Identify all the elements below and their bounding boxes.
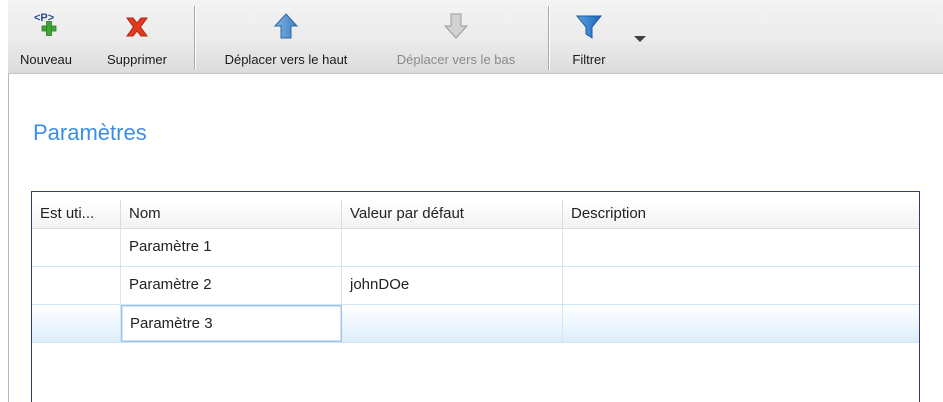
filter-button-label: Filtrer: [572, 52, 606, 67]
column-header-used[interactable]: Est uti...: [32, 200, 121, 228]
filter-icon: [573, 10, 605, 44]
panel-left-border: [8, 74, 9, 402]
window: <P> Nouveau Supprimer Déplacer vers le h…: [0, 0, 943, 402]
cell-name[interactable]: Paramètre 1: [121, 229, 342, 266]
cell-description[interactable]: [563, 229, 919, 266]
delete-icon: [121, 10, 153, 44]
delete-button-label: Supprimer: [107, 52, 167, 67]
cell-default-value[interactable]: [342, 305, 563, 342]
parameters-grid: Est uti... Nom Valeur par défaut Descrip…: [31, 191, 920, 402]
column-header-description[interactable]: Description: [563, 200, 919, 228]
cell-used[interactable]: [32, 267, 121, 304]
table-row[interactable]: Paramètre 2 johnDOe: [32, 267, 919, 305]
delete-button[interactable]: Supprimer: [83, 0, 191, 74]
cell-used[interactable]: [32, 305, 121, 342]
toolbar-separator: [548, 6, 549, 70]
new-parameter-icon: <P>: [30, 10, 62, 44]
grid-header: Est uti... Nom Valeur par défaut Descrip…: [32, 200, 919, 229]
toolbar-separator: [194, 6, 195, 70]
cell-name[interactable]: Paramètre 2: [121, 267, 342, 304]
cell-name-editor[interactable]: Paramètre 3: [121, 305, 342, 342]
table-row[interactable]: Paramètre 1: [32, 229, 919, 267]
cell-default-value[interactable]: [342, 229, 563, 266]
cell-description[interactable]: [563, 305, 919, 342]
section-title: Paramètres: [33, 120, 147, 145]
move-down-button-label: Déplacer vers le bas: [396, 52, 516, 67]
arrow-up-icon: [270, 10, 302, 44]
cell-description[interactable]: [563, 267, 919, 304]
move-up-button-label: Déplacer vers le haut: [224, 52, 348, 67]
filter-button[interactable]: Filtrer: [556, 0, 622, 74]
column-header-default-value[interactable]: Valeur par défaut: [342, 200, 563, 228]
cell-default-value[interactable]: johnDOe: [342, 267, 563, 304]
column-header-name[interactable]: Nom: [121, 200, 342, 228]
move-down-button[interactable]: Déplacer vers le bas: [372, 0, 540, 74]
table-row-selected[interactable]: Paramètre 3: [32, 305, 919, 343]
new-button[interactable]: <P> Nouveau: [10, 0, 82, 74]
new-button-label: Nouveau: [19, 52, 73, 67]
dropdown-arrow-icon[interactable]: [634, 36, 646, 42]
move-up-button[interactable]: Déplacer vers le haut: [202, 0, 370, 74]
cell-used[interactable]: [32, 229, 121, 266]
arrow-down-icon: [440, 10, 472, 44]
toolbar: <P> Nouveau Supprimer Déplacer vers le h…: [8, 0, 943, 74]
